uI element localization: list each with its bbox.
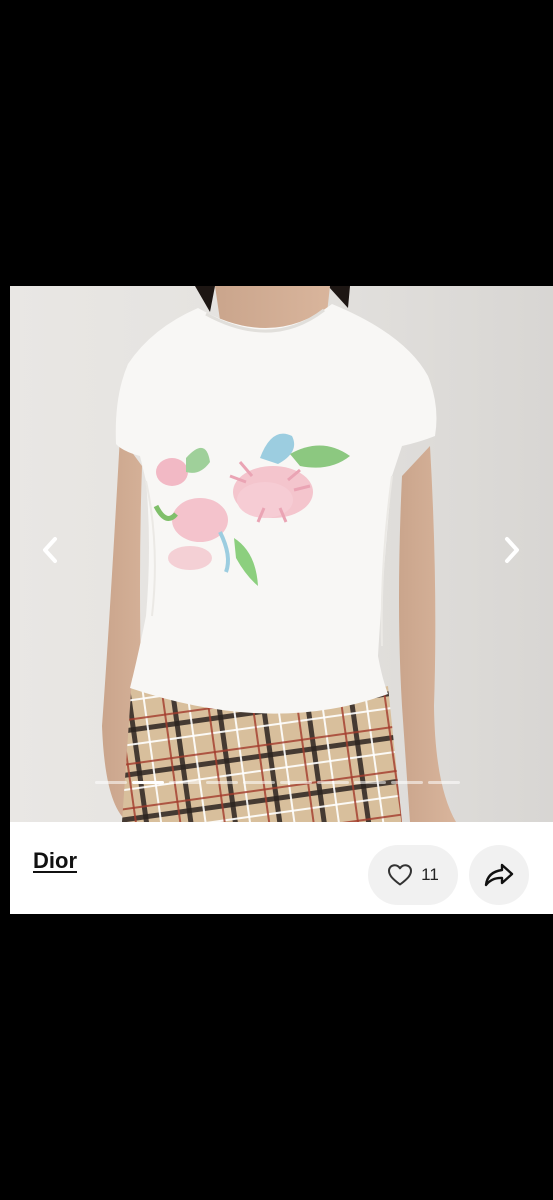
product-photo[interactable]: [10, 286, 553, 822]
pagination-dot[interactable]: [391, 781, 423, 784]
pagination-dot-active[interactable]: [132, 781, 164, 784]
product-card: Dior 11: [10, 286, 553, 914]
previous-image-button[interactable]: [34, 532, 66, 568]
next-image-button[interactable]: [496, 532, 528, 568]
pagination-dot[interactable]: [280, 781, 312, 784]
pagination-dot[interactable]: [428, 781, 460, 784]
chevron-right-icon: [505, 537, 519, 563]
like-button[interactable]: 11: [368, 845, 458, 905]
pagination-dot[interactable]: [243, 781, 275, 784]
heart-outline-icon: [388, 864, 413, 886]
pagination-dot[interactable]: [206, 781, 238, 784]
pagination-dot[interactable]: [317, 781, 349, 784]
pagination-dot[interactable]: [95, 781, 127, 784]
image-pagination: [95, 781, 460, 784]
share-arrow-icon: [484, 863, 514, 887]
brand-link[interactable]: Dior: [33, 848, 77, 874]
like-count: 11: [421, 865, 439, 884]
share-button[interactable]: [469, 845, 529, 905]
pagination-dot[interactable]: [169, 781, 201, 784]
product-info-bar: Dior 11: [10, 822, 553, 914]
pagination-dot[interactable]: [354, 781, 386, 784]
product-image: [102, 286, 456, 822]
chevron-left-icon: [43, 537, 57, 563]
